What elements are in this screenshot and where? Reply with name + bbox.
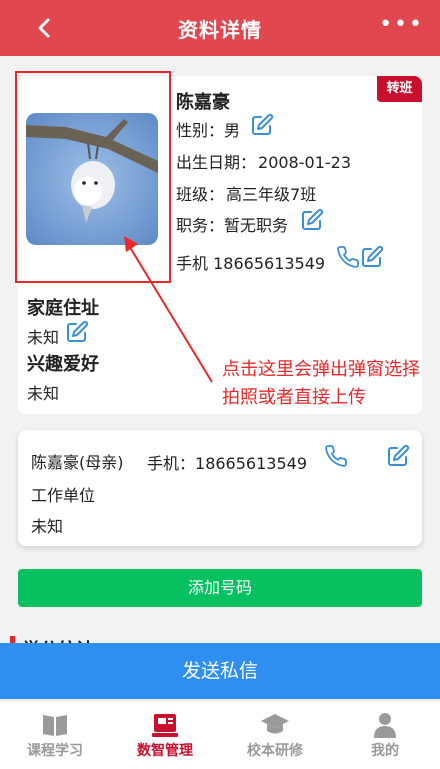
- send-message-button[interactable]: 发送私信: [0, 643, 440, 699]
- parent-phone-value: 18665613549: [195, 454, 307, 473]
- graduation-cap-icon: [261, 714, 289, 734]
- tab-school-training[interactable]: 校本研修: [220, 701, 330, 769]
- parent-phone-label: 手机：: [147, 454, 196, 473]
- book-icon: [43, 715, 67, 736]
- tab-course-learning[interactable]: 课程学习: [0, 701, 110, 769]
- tab-smart-management[interactable]: 数智管理: [110, 701, 220, 769]
- tab-mine[interactable]: 我的: [330, 701, 440, 769]
- user-icon: [374, 713, 396, 738]
- parent-name: 陈嘉豪(母亲): [31, 453, 124, 472]
- tab-label: 校本研修: [247, 743, 303, 759]
- edit-icon[interactable]: [386, 444, 410, 468]
- work-label: 工作单位: [31, 486, 96, 505]
- add-number-button[interactable]: 添加号码: [18, 569, 422, 607]
- bottom-tab-bar: 课程学习 数智管理 校本研修 我的: [0, 700, 440, 769]
- tab-label: 我的: [371, 743, 399, 759]
- phone-call-icon[interactable]: [324, 444, 348, 468]
- tab-label: 课程学习: [27, 743, 83, 759]
- work-value: 未知: [31, 517, 64, 536]
- parent-phone-row: 手机：18665613549: [147, 450, 307, 474]
- management-icon: [152, 714, 178, 737]
- annotation-text: 点击这里会弹出弹窗选择拍照或者直接上传: [222, 359, 420, 408]
- tab-label: 数智管理: [137, 743, 193, 759]
